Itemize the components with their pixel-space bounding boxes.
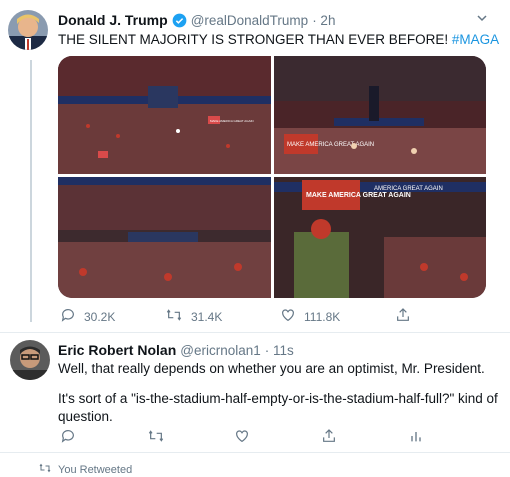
share-button[interactable] <box>395 307 411 326</box>
reply-text-line-1: Well, that really depends on whether you… <box>58 361 485 376</box>
photo-1-sign-text: MAKE AMERICA GREAT AGAIN <box>210 119 254 123</box>
retweet-button-2[interactable] <box>147 428 234 447</box>
like-count: 111.8K <box>304 309 341 324</box>
heart-icon <box>234 430 250 447</box>
tweet-time[interactable]: · 2h <box>312 13 335 28</box>
heart-icon <box>280 307 296 326</box>
photo-4[interactable]: AMERICA GREAT AGAIN MAKE AMERICA GREAT A… <box>274 177 486 298</box>
analytics-icon <box>408 432 424 447</box>
reply-icon <box>60 430 76 447</box>
avatar-nolan[interactable] <box>10 340 50 380</box>
verified-badge-icon <box>172 13 187 28</box>
retweet-icon <box>147 430 165 447</box>
photo-1-image: MAKE AMERICA GREAT AGAIN <box>58 56 271 174</box>
like-button-2[interactable] <box>234 428 321 447</box>
photo-4-sign-text: MAKE AMERICA GREAT AGAIN <box>306 192 411 199</box>
share-icon <box>395 307 411 326</box>
tweet-text: THE SILENT MAJORITY IS STRONGER THAN EVE… <box>58 31 499 49</box>
hashtag-link[interactable]: #MAGA <box>452 32 499 47</box>
reply-time[interactable]: · 11s <box>265 343 294 358</box>
retweeted-label: You Retweeted <box>58 463 133 476</box>
retweet-icon <box>165 307 183 326</box>
reply-text-paragraph-2: It's sort of a "is-the-stadium-half-empt… <box>58 391 498 424</box>
retweeted-context: You Retweeted <box>38 462 132 477</box>
reply-author-handle[interactable]: @ericrnolan1 <box>180 343 261 358</box>
chevron-down-icon[interactable] <box>476 12 488 27</box>
retweet-button[interactable]: 31.4K <box>165 307 280 326</box>
reply-icon <box>60 307 76 326</box>
photo-2[interactable]: MAKE AMERICA GREAT AGAIN <box>274 56 486 174</box>
photo-4-image: AMERICA GREAT AGAIN MAKE AMERICA GREAT A… <box>274 177 486 298</box>
analytics-button[interactable] <box>408 428 424 447</box>
photo-3[interactable] <box>58 177 271 298</box>
share-icon <box>321 429 337 447</box>
author-name[interactable]: Donald J. Trump <box>58 12 168 28</box>
retweet-count: 31.4K <box>191 309 223 324</box>
share-button-2[interactable] <box>321 428 408 447</box>
reply-count: 30.2K <box>84 309 116 324</box>
thread-line <box>30 60 32 322</box>
avatar-trump-image <box>8 10 48 50</box>
photo-2-sign-text: MAKE AMERICA GREAT AGAIN <box>287 142 374 148</box>
retweet-small-icon <box>38 462 52 477</box>
like-button[interactable]: 111.8K <box>280 307 395 326</box>
tweet-text-body: THE SILENT MAJORITY IS STRONGER THAN EVE… <box>58 32 449 47</box>
reply-author-name[interactable]: Eric Robert Nolan <box>58 342 176 358</box>
photo-3-image <box>58 177 271 298</box>
avatar-nolan-image <box>10 340 50 380</box>
tweet-divider-2 <box>0 452 510 453</box>
reply-button[interactable]: 30.2K <box>60 307 165 326</box>
author-handle[interactable]: @realDonaldTrump <box>191 13 309 28</box>
avatar-trump[interactable] <box>8 10 48 50</box>
photo-2-image: MAKE AMERICA GREAT AGAIN <box>274 56 486 174</box>
photo-1[interactable]: MAKE AMERICA GREAT AGAIN <box>58 56 271 174</box>
reply-button-2[interactable] <box>60 428 147 447</box>
tweet-divider <box>0 332 510 333</box>
